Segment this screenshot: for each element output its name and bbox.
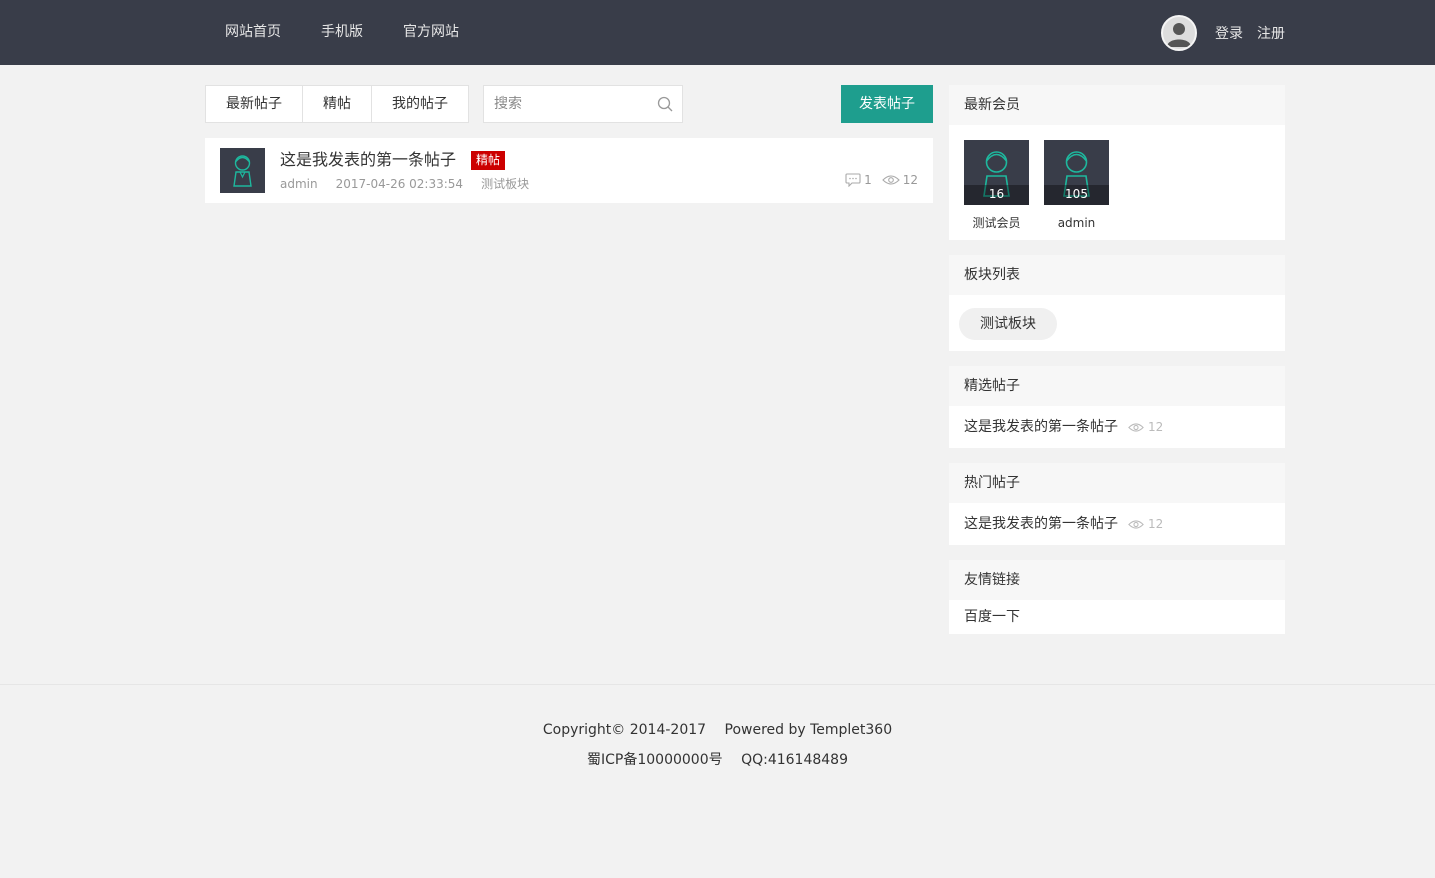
post-meta: admin 2017-04-26 02:33:54 测试板块 (280, 175, 547, 193)
footer-line-2: 蜀ICP备10000000号 QQ:416148489 (0, 748, 1435, 772)
tab-latest-posts[interactable]: 最新帖子 (206, 86, 303, 122)
member-name[interactable]: admin (1044, 215, 1109, 231)
comment-stat: 1 (845, 173, 872, 187)
friend-link-item: 百度一下 (949, 600, 1285, 634)
post-author-avatar[interactable] (220, 148, 265, 193)
friend-links-title: 友情链接 (949, 560, 1285, 600)
post-title-link[interactable]: 这是我发表的第一条帖子 (280, 149, 456, 171)
post-author[interactable]: admin (280, 175, 318, 193)
member-item[interactable]: 16 测试会员 (964, 140, 1029, 231)
featured-post-link[interactable]: 这是我发表的第一条帖子 (964, 409, 1118, 445)
eye-icon (881, 175, 900, 185)
footer-divider (0, 684, 1435, 685)
icp-link[interactable]: 蜀ICP备10000000号 (587, 752, 723, 768)
footer-line-1: Copyright© 2014-2017 Powered by Templet3… (0, 718, 1435, 742)
featured-posts-title: 精选帖子 (949, 366, 1285, 406)
featured-post-views: 12 (1128, 409, 1163, 445)
member-item[interactable]: 105 admin (1044, 140, 1109, 231)
friend-links-card: 友情链接 百度一下 (949, 560, 1285, 634)
new-post-button[interactable]: 发表帖子 (841, 85, 933, 123)
member-avatar[interactable]: 105 (1044, 140, 1109, 205)
nav-home-link[interactable]: 网站首页 (205, 0, 301, 65)
member-post-count: 16 (964, 185, 1029, 205)
member-avatar[interactable]: 16 (964, 140, 1029, 205)
latest-members-card: 最新会员 16 测试会员 105 admin (949, 85, 1285, 240)
member-name[interactable]: 测试会员 (964, 215, 1029, 231)
search-box (483, 85, 683, 123)
user-area: 登录 注册 (1161, 0, 1285, 65)
user-avatar-icon[interactable] (1161, 14, 1197, 51)
main-nav: 网站首页 手机版 官方网站 (205, 0, 479, 65)
view-count: 12 (1148, 517, 1164, 531)
search-icon[interactable] (657, 96, 673, 112)
latest-members-title: 最新会员 (949, 85, 1285, 125)
hot-post-views: 12 (1128, 506, 1163, 542)
avatar-icon (233, 155, 252, 187)
view-count: 12 (902, 173, 918, 187)
tab-my-posts[interactable]: 我的帖子 (372, 86, 468, 122)
hot-posts-card: 热门帖子 这是我发表的第一条帖子 12 (949, 463, 1285, 545)
board-list-card: 板块列表 测试板块 (949, 255, 1285, 351)
top-header: 网站首页 手机版 官方网站 登录 注册 (0, 0, 1435, 65)
featured-posts-card: 精选帖子 这是我发表的第一条帖子 12 (949, 366, 1285, 448)
post-filter-tabs: 最新帖子 精帖 我的帖子 (205, 85, 469, 123)
eye-icon (1128, 519, 1144, 529)
tab-featured-posts[interactable]: 精帖 (303, 86, 372, 122)
hot-posts-title: 热门帖子 (949, 463, 1285, 503)
friend-link[interactable]: 百度一下 (964, 600, 1020, 634)
search-input[interactable] (484, 86, 644, 122)
featured-post-item: 这是我发表的第一条帖子 12 (949, 406, 1285, 448)
login-link[interactable]: 登录 (1215, 23, 1243, 43)
featured-badge: 精帖 (471, 151, 506, 170)
board-tag[interactable]: 测试板块 (959, 308, 1057, 340)
comment-icon (845, 173, 861, 187)
register-link[interactable]: 注册 (1257, 23, 1285, 43)
post-stats: 1 12 (835, 173, 918, 187)
hot-post-link[interactable]: 这是我发表的第一条帖子 (964, 506, 1118, 542)
member-post-count: 105 (1044, 185, 1109, 205)
post-board[interactable]: 测试板块 (481, 175, 529, 193)
nav-mobile-link[interactable]: 手机版 (301, 0, 383, 65)
board-list-title: 板块列表 (949, 255, 1285, 295)
comment-count: 1 (864, 173, 872, 187)
hot-post-item: 这是我发表的第一条帖子 12 (949, 503, 1285, 545)
eye-icon (1128, 422, 1144, 432)
footer: Copyright© 2014-2017 Powered by Templet3… (0, 718, 1435, 778)
qq-text: QQ:416148489 (741, 752, 848, 768)
copyright-text: Copyright© 2014-2017 (542, 722, 707, 738)
member-list: 16 测试会员 105 admin (949, 125, 1285, 231)
nav-official-link[interactable]: 官方网站 (383, 0, 479, 65)
powered-by-link[interactable]: Powered by Templet360 (725, 722, 893, 738)
view-stat: 12 (881, 173, 918, 187)
post-list-item: 这是我发表的第一条帖子 精帖 admin 2017-04-26 02:33:54… (205, 138, 933, 203)
post-time: 2017-04-26 02:33:54 (335, 177, 464, 191)
view-count: 12 (1148, 420, 1164, 434)
